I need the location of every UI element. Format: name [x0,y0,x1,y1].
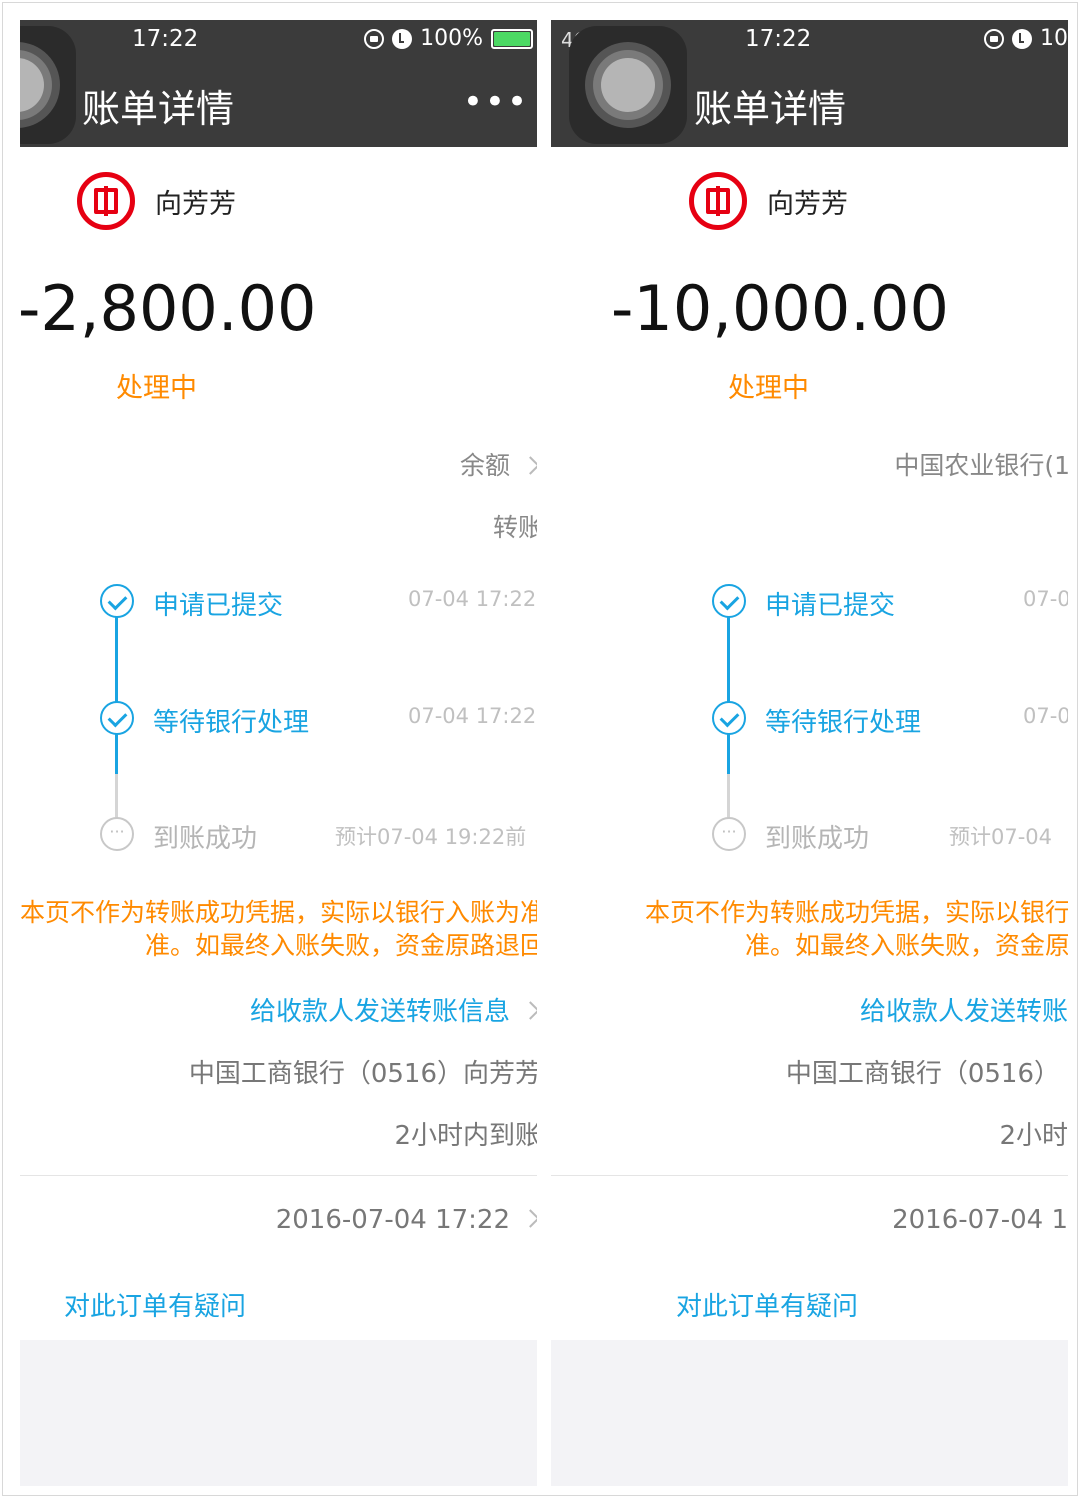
page-title: 账单详情 [82,87,235,131]
send-info-link[interactable]: 给收款人发送转账信息 [250,991,537,1028]
step-time: 07-04 17:22 [408,587,537,611]
icbc-logo-icon [77,172,135,230]
status-text: 处理中 [116,373,197,404]
check-circle-icon [100,584,134,618]
question-link[interactable]: 对此订单有疑问 [64,1286,246,1323]
amount: -10,000.00 [611,272,949,345]
status-time: 17:22 [132,26,199,52]
payment-source: 余额 [459,451,510,480]
transaction-type: 转账 [492,513,537,542]
chevron-right-icon [521,1209,537,1228]
icbc-logo-icon [689,172,747,230]
assistive-touch-icon[interactable] [569,26,687,144]
battery-icon [491,28,533,49]
timeline-line-done [727,734,730,774]
payee-name: 向芳芳 [767,188,848,220]
receiver-account: 中国工商银行（0516）向芳芳 [188,1059,537,1089]
battery-percent: 100% [420,26,483,51]
notice-line: 准。如最终入账失败，资金原 [744,931,1068,960]
timeline-line-pending [727,774,730,818]
created-time-row[interactable]: 2016-07-04 17:22 [276,1205,537,1235]
payee-row: 向芳芳 [77,172,236,230]
timeline-line-pending [115,774,118,818]
notice-line: 本页不作为转账成功凭据，实际以银行 [644,898,1068,927]
chevron-right-icon [521,1001,537,1020]
created-time[interactable]: 2016-07-04 1 [892,1205,1068,1235]
notice-line: 准。如最终入账失败，资金原路退回 [144,931,537,960]
pending-circle-icon [712,817,746,851]
status-icons: 10 [984,26,1068,51]
nav-header: 17:22 100% 账单详情 ••• [20,20,537,147]
step-time: 预计07-04 [949,825,1053,849]
screenshot-frame: 17:22 100% 账单详情 ••• 向芳芳 -2,800.00 处理中 余额… [2,2,1078,1496]
battery-percent: 10 [1040,26,1068,51]
alarm-icon [1012,28,1032,49]
bottom-area [551,1340,1068,1486]
step-label: 申请已提交 [153,591,284,621]
more-icon[interactable]: ••• [463,82,529,122]
step-label: 等待银行处理 [765,708,922,738]
step-label: 到账成功 [765,824,870,854]
bottom-area [20,1340,537,1486]
alarm-icon [392,28,413,49]
payee-name: 向芳芳 [155,188,236,220]
lock-rotation-icon [364,28,385,49]
question-link[interactable]: 对此订单有疑问 [676,1286,858,1323]
phone-screen-right: 4G 17:22 10 账单详情 向芳芳 -10,000.00 处理中 中国农业… [551,20,1068,1486]
arrival-time: 2小时 [999,1121,1068,1151]
payee-row: 向芳芳 [689,172,848,230]
step-label: 申请已提交 [765,591,896,621]
arrival-time: 2小时内到账 [394,1121,537,1151]
pending-circle-icon [100,817,134,851]
nav-header: 4G 17:22 10 账单详情 [551,20,1068,147]
receiver-account: 中国工商银行（0516） [785,1059,1060,1089]
step-time: 07-04 [1023,704,1068,728]
payment-source[interactable]: 中国农业银行(1 [894,446,1068,482]
step-label: 到账成功 [153,824,258,854]
send-info-link[interactable]: 给收款人发送转账 [860,991,1068,1028]
phone-screen-left: 17:22 100% 账单详情 ••• 向芳芳 -2,800.00 处理中 余额… [20,20,537,1486]
divider [551,1175,1068,1176]
status-time: 17:22 [745,26,812,52]
notice-line: 本页不作为转账成功凭据，实际以银行入账为准 [20,898,537,927]
send-info-label: 给收款人发送转账信息 [249,997,510,1027]
step-time: 07-04 17:22 [408,704,537,728]
step-time: 预计07-04 19:22前 [335,825,527,849]
divider [20,1175,537,1176]
status-text: 处理中 [728,373,809,404]
chevron-right-icon [521,455,537,475]
check-circle-icon [712,584,746,618]
assistive-touch-icon[interactable] [20,26,76,144]
check-circle-icon [100,701,134,735]
timeline-line-done [115,734,118,774]
status-icons: 100% [364,26,537,51]
lock-rotation-icon [984,28,1004,49]
amount: -2,800.00 [20,272,317,345]
payment-source-row[interactable]: 余额 [460,446,537,482]
step-label: 等待银行处理 [153,708,310,738]
check-circle-icon [712,701,746,735]
step-time: 07-04 [1023,587,1068,611]
created-time: 2016-07-04 17:22 [275,1205,510,1235]
page-title: 账单详情 [694,87,847,131]
